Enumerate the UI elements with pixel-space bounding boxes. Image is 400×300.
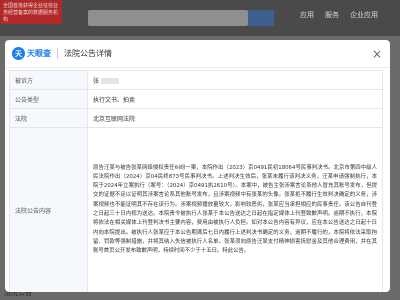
notice-content-text: 原告汪某与被告张某网络侵权责任纠纷一案，本院作出（2023）京0491民初180… xyxy=(93,164,377,255)
close-icon[interactable]: × xyxy=(370,47,384,61)
field-label-notice-type: 公告类型 xyxy=(9,89,88,109)
table-row: 被诉方 张 xyxy=(9,70,383,90)
field-value-content: 原告汪某与被告张某网络侵权责任纠纷一案，本院作出（2023）京0491民初180… xyxy=(87,127,383,292)
redacted-text xyxy=(101,78,120,84)
nav-item-enterprise[interactable]: 企业应用 xyxy=(350,10,378,20)
promo-banner: 全国首批获得企业征信业务经营备案的数据服务机构 xyxy=(0,0,62,24)
header-divider xyxy=(57,48,58,59)
search-input[interactable] xyxy=(88,10,248,26)
logo-text: 天眼查 xyxy=(27,49,51,58)
modal-title: 法院公告详情 xyxy=(64,49,112,58)
field-value-defendant: 张 xyxy=(87,70,383,90)
field-value-notice-type: 执行文书、拍卖 xyxy=(87,89,383,109)
field-value-court: 北京互联网法院 xyxy=(87,108,383,128)
table-row: 公告类型 执行文书、拍卖 xyxy=(9,89,383,109)
tianyancha-logo: 天 天眼查 xyxy=(12,47,51,60)
field-label-court: 法院 xyxy=(9,108,88,128)
table-row: 法院公告内容 原告汪某与被告张某网络侵权责任纠纷一案，本院作出（2023）京04… xyxy=(9,127,383,292)
court-notice-modal: 天 天眼查 法院公告详情 × 被诉方 张 公告类型 执行文书、拍卖 法院 北京互… xyxy=(5,40,390,292)
table-row: 法院 北京互联网法院 xyxy=(9,108,383,128)
nav-item-apps[interactable]: 应用 xyxy=(300,10,314,20)
search-button[interactable] xyxy=(248,10,274,26)
field-label-defendant: 被诉方 xyxy=(9,70,88,90)
notice-detail-table: 被诉方 张 公告类型 执行文书、拍卖 法院 北京互联网法院 法院公告内容 原告汪… xyxy=(9,70,383,292)
logo-icon: 天 xyxy=(12,47,25,60)
modal-header: 天 天眼查 法院公告详情 × xyxy=(5,40,390,68)
nav-item-services[interactable]: 服务 xyxy=(325,10,339,20)
field-label-content: 法院公告内容 xyxy=(9,127,88,292)
